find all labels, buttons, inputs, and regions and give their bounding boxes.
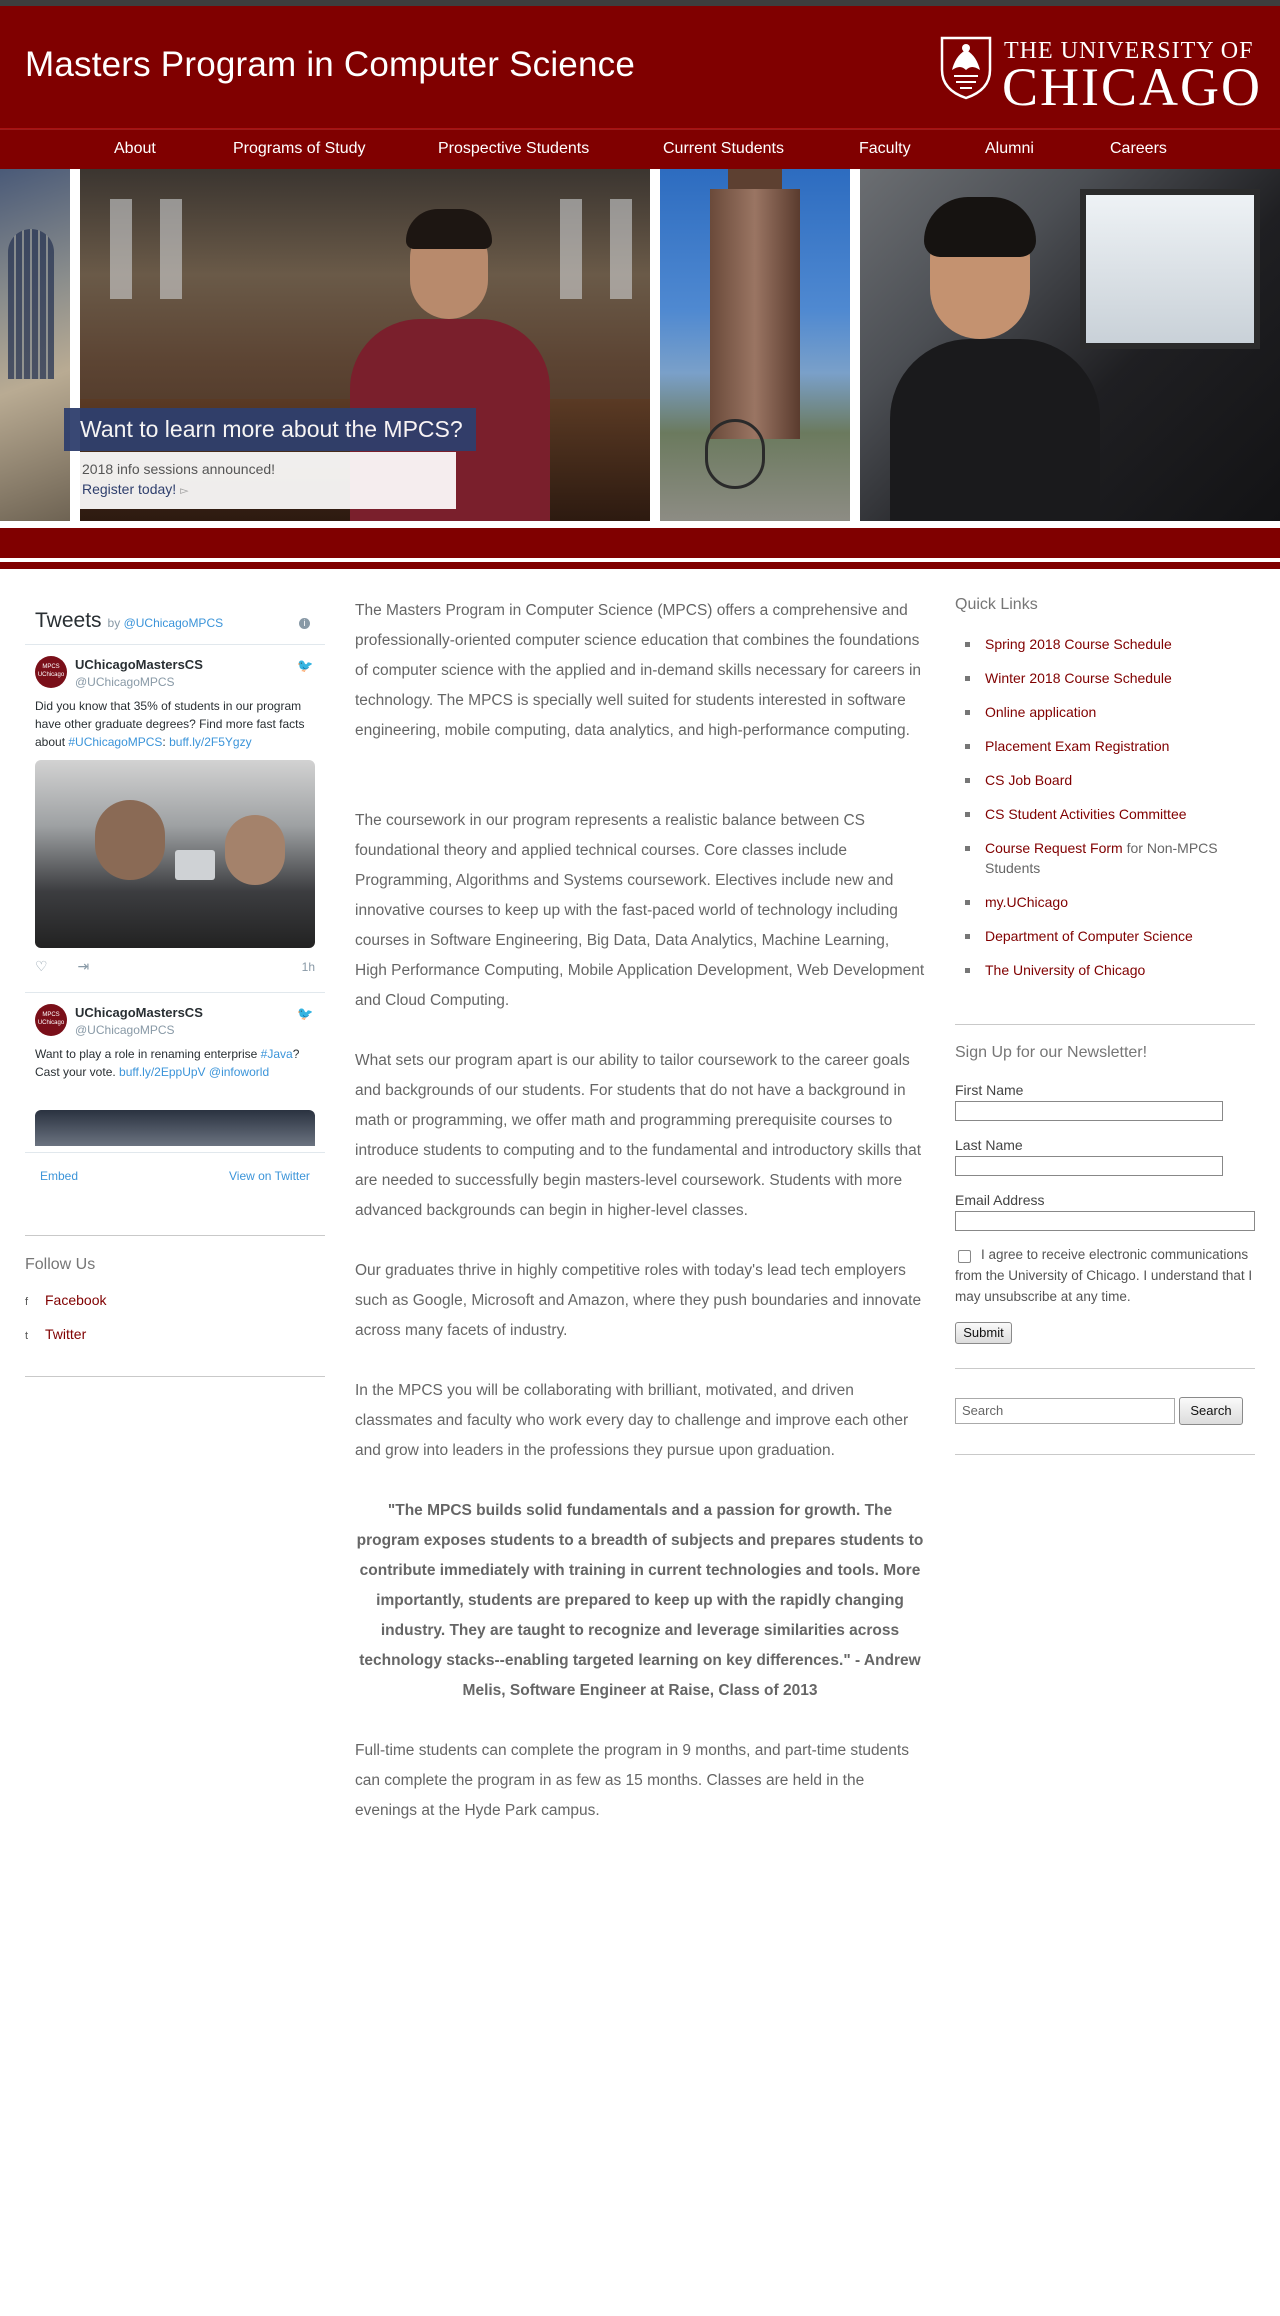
hero-caption-text: Want to learn more about the MPCS? bbox=[80, 416, 463, 442]
tweets-header: Tweets by @UChicagoMPCS bbox=[35, 609, 224, 632]
testimonial-quote: "The MPCS builds solid fundamentals and … bbox=[356, 1502, 924, 1699]
tweet-actions: ♡ ⇥ 1h bbox=[35, 958, 315, 976]
hero-photo-tower bbox=[660, 169, 850, 521]
hashtag-link[interactable]: #UChicagoMPCS bbox=[68, 735, 162, 749]
nav-faculty[interactable]: Faculty bbox=[859, 140, 911, 158]
hero-subcaption: 2018 info sessions announced! Register t… bbox=[72, 452, 456, 509]
duration-paragraph: Full-time students can complete the prog… bbox=[355, 1742, 909, 1819]
hero-photo-students-computer bbox=[860, 169, 1280, 521]
tweet-author-handle[interactable]: @UChicagoMPCS bbox=[75, 675, 175, 689]
search-button[interactable]: Search bbox=[1179, 1397, 1243, 1425]
submit-button[interactable]: Submit bbox=[955, 1322, 1012, 1344]
arrow-icon: ▻ bbox=[180, 485, 189, 497]
info-icon[interactable]: i bbox=[299, 618, 310, 629]
divider bbox=[25, 644, 325, 645]
divider bbox=[25, 1152, 325, 1153]
nav-programs-of-study[interactable]: Programs of Study bbox=[233, 140, 366, 158]
last-name-label: Last Name bbox=[955, 1137, 1023, 1153]
graduates-paragraph: Our graduates thrive in highly competiti… bbox=[355, 1262, 922, 1339]
tweet-timestamp[interactable]: 1h bbox=[302, 960, 315, 974]
last-name-field[interactable] bbox=[955, 1156, 1223, 1176]
tweet-author-name[interactable]: UChicagoMastersCS bbox=[75, 1005, 203, 1020]
mention-link[interactable]: @infoworld bbox=[209, 1065, 269, 1079]
twitter-bird-icon[interactable]: 🐦 bbox=[297, 1006, 313, 1021]
heart-icon[interactable]: ♡ bbox=[35, 958, 48, 974]
coursework-paragraph: The coursework in our program represents… bbox=[355, 812, 925, 1009]
embed-link[interactable]: Embed bbox=[40, 1169, 78, 1183]
hashtag-link[interactable]: #Java bbox=[261, 1047, 293, 1061]
share-icon[interactable]: ⇥ bbox=[77, 958, 89, 974]
avatar[interactable]: MPCS UChicago bbox=[35, 1004, 67, 1036]
tweets-by-handle[interactable]: @UChicagoMPCS bbox=[124, 616, 224, 630]
first-name-field[interactable] bbox=[955, 1101, 1223, 1121]
hero-photo-building bbox=[0, 169, 70, 521]
tweet-author-handle[interactable]: @UChicagoMPCS bbox=[75, 1023, 175, 1037]
twitter-link[interactable]: t Twitter bbox=[25, 1326, 86, 1342]
tailor-paragraph: What sets our program apart is our abili… bbox=[355, 1052, 922, 1219]
tweet-photo[interactable] bbox=[35, 1110, 315, 1146]
tweet-text: Want to play a role in renaming enterpri… bbox=[35, 1047, 300, 1079]
divider bbox=[25, 992, 325, 993]
intro-paragraph: The Masters Program in Computer Science … bbox=[355, 602, 922, 739]
tweet-link[interactable]: buff.ly/2F5Ygzy bbox=[169, 735, 252, 749]
nav-current-students[interactable]: Current Students bbox=[663, 140, 784, 158]
quick-links-title: Quick Links bbox=[955, 596, 1038, 613]
tweet-photo[interactable] bbox=[35, 760, 315, 948]
view-on-twitter-link[interactable]: View on Twitter bbox=[229, 1169, 310, 1183]
agree-text: I agree to receive electronic communicat… bbox=[955, 1247, 1253, 1304]
twitter-icon: t bbox=[25, 1330, 29, 1342]
logo-line-2: CHICAGO bbox=[1002, 57, 1263, 117]
facebook-link[interactable]: f Facebook bbox=[25, 1292, 106, 1308]
tweet-author-name[interactable]: UChicagoMastersCS bbox=[75, 657, 203, 672]
search-input[interactable]: Search bbox=[955, 1398, 1175, 1424]
collaboration-paragraph: In the MPCS you will be collaborating wi… bbox=[355, 1382, 909, 1459]
follow-us-title: Follow Us bbox=[25, 1256, 96, 1273]
divider bbox=[25, 1376, 325, 1377]
hero-register-link[interactable]: Register today! ▻ bbox=[82, 481, 189, 497]
twitter-bird-icon[interactable]: 🐦 bbox=[297, 658, 313, 673]
university-logo[interactable]: THE UNIVERSITY OF CHICAGO bbox=[940, 36, 1260, 117]
divider bbox=[955, 1368, 1255, 1369]
divider bbox=[955, 1454, 1255, 1455]
nav-about[interactable]: About bbox=[114, 140, 156, 158]
avatar[interactable]: MPCS UChicago bbox=[35, 656, 67, 688]
maroon-band bbox=[0, 528, 1280, 558]
nav-alumni[interactable]: Alumni bbox=[985, 140, 1034, 158]
newsletter-title: Sign Up for our Newsletter! bbox=[955, 1044, 1148, 1061]
site-header: Masters Program in Computer Science THE … bbox=[0, 6, 1280, 129]
tweets-title: Tweets bbox=[35, 609, 102, 632]
facebook-icon: f bbox=[25, 1296, 29, 1308]
phoenix-shield-icon bbox=[940, 36, 992, 100]
tweet-text: Did you know that 35% of students in our… bbox=[35, 699, 305, 749]
divider bbox=[25, 1235, 325, 1236]
divider bbox=[955, 1024, 1255, 1025]
email-field[interactable] bbox=[955, 1211, 1255, 1231]
hero-caption[interactable]: Want to learn more about the MPCS? bbox=[64, 408, 476, 451]
nav-careers[interactable]: Careers bbox=[1110, 140, 1167, 158]
hero-info-sessions: 2018 info sessions announced! bbox=[82, 461, 276, 477]
first-name-label: First Name bbox=[955, 1082, 1024, 1098]
maroon-band-thin bbox=[0, 562, 1280, 569]
site-title[interactable]: Masters Program in Computer Science bbox=[25, 45, 635, 85]
main-nav: About Programs of Study Prospective Stud… bbox=[0, 129, 1280, 169]
nav-prospective-students[interactable]: Prospective Students bbox=[438, 140, 589, 158]
email-label: Email Address bbox=[955, 1192, 1045, 1208]
tweet-link[interactable]: buff.ly/2EppUpV bbox=[119, 1065, 206, 1079]
